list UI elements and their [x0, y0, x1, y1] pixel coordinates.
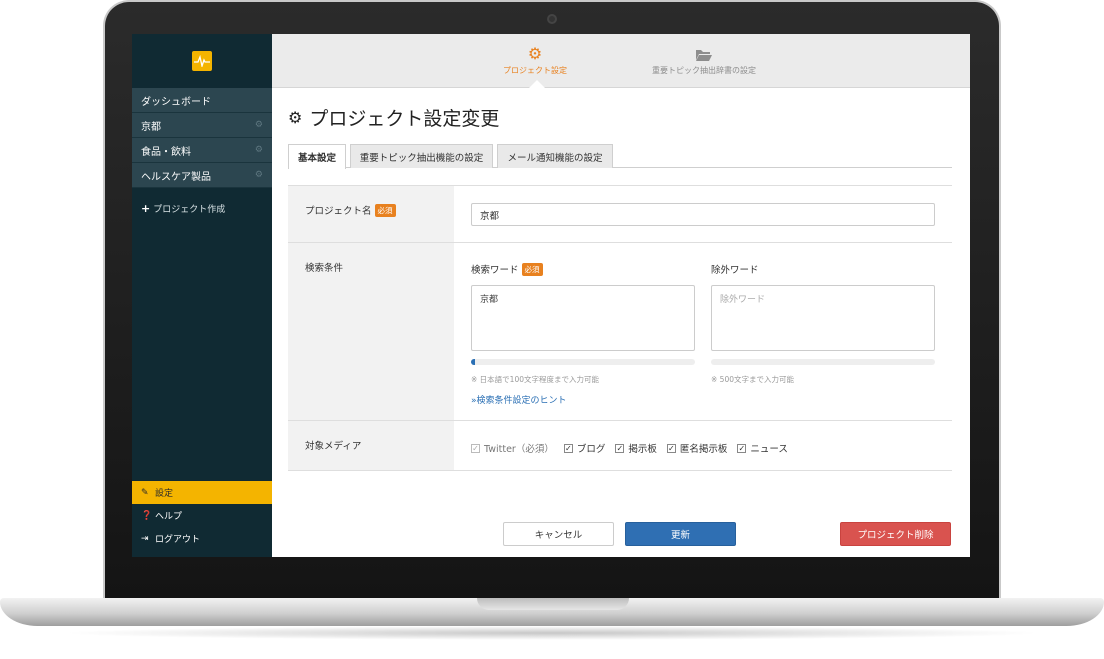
sidebar: ダッシュボード 京都 ⚙ 食品・飲料 ⚙ ヘルスケア製品 ⚙ + プロジェクト作成…	[132, 34, 272, 557]
sidebar-item-kyoto[interactable]: 京都 ⚙	[132, 113, 272, 138]
app-screen: ダッシュボード 京都 ⚙ 食品・飲料 ⚙ ヘルスケア製品 ⚙ + プロジェクト作成…	[132, 34, 970, 557]
tab-bar: 基本設定 重要トピック抽出機能の設定 メール通知機能の設定	[288, 142, 952, 169]
sidebar-item-label: ダッシュボード	[141, 96, 211, 108]
tab-label: 重要トピック抽出機能の設定	[359, 152, 484, 164]
project-name-label: プロジェクト名 必須	[288, 186, 454, 242]
step-indicator-arrow	[529, 80, 545, 88]
sidebar-item-logout[interactable]: ⇥ ログアウト	[132, 527, 272, 550]
step-project-settings[interactable]: ⚙ プロジェクト設定	[455, 43, 615, 76]
checkbox-anonymous-bbs[interactable]: ✓	[666, 443, 676, 453]
checkbox-twitter: ✓	[471, 443, 480, 453]
search-conditions-row: 検索条件 検索ワード 必須 京都 ※ 日本語で100文字程度まで入力可能 除外ワー…	[288, 243, 952, 421]
sidebar-item-help[interactable]: ❓ ヘルプ	[132, 504, 272, 527]
search-conditions-label: 検索条件	[288, 243, 454, 420]
required-badge: 必須	[521, 263, 543, 276]
checkbox-label: Twitter（必須）	[484, 444, 554, 455]
media-option-news[interactable]: ✓ ニュース	[737, 441, 788, 455]
media-option-blog[interactable]: ✓ ブログ	[563, 441, 606, 455]
search-words-note: ※ 日本語で100文字程度まで入力可能	[471, 375, 599, 384]
pulse-icon[interactable]	[192, 51, 212, 71]
required-badge: 必須	[374, 204, 396, 217]
tab-label: メール通知機能の設定	[507, 152, 603, 164]
main-content: ⚙ プロジェクト設定変更 基本設定 重要トピック抽出機能の設定 メール通知機能の…	[272, 88, 970, 557]
step-label: 重要トピック抽出辞書の設定	[652, 66, 756, 75]
help-icon: ❓	[141, 510, 153, 521]
create-project-label: プロジェクト作成	[153, 205, 226, 215]
settings-form: プロジェクト名必須 検索条件 検索ワード必須 京都 ※ 日本語で100文字程度ま…	[288, 185, 952, 471]
exclude-words-note: ※ 500文字まで入力可能	[711, 375, 794, 384]
gears-icon: ⚙	[527, 44, 543, 63]
field-label: 対象メディア	[305, 441, 362, 452]
create-project-link[interactable]: + プロジェクト作成	[132, 202, 272, 215]
tab-label: 基本設定	[297, 153, 336, 164]
gear-icon[interactable]: ⚙	[255, 145, 263, 155]
sidebar-item-food-drink[interactable]: 食品・飲料 ⚙	[132, 138, 272, 163]
steps-bar: ⚙ プロジェクト設定 重要トピック抽出辞書の設定	[272, 34, 970, 88]
tab-basic-settings[interactable]: 基本設定	[288, 144, 346, 169]
cancel-button[interactable]: キャンセル	[503, 522, 614, 546]
checkbox-label: ニュース	[750, 444, 788, 455]
checkbox-label: ブログ	[576, 444, 606, 455]
sidebar-bottom-nav: ✎ 設定 ❓ ヘルプ ⇥ ログアウト	[132, 481, 272, 550]
progress-fill	[471, 359, 476, 365]
tab-email-notification[interactable]: メール通知機能の設定	[497, 144, 613, 168]
wrench-icon: ✎	[141, 487, 149, 498]
step-topic-dictionary[interactable]: 重要トピック抽出辞書の設定	[624, 43, 784, 76]
sidebar-item-label: 設定	[155, 489, 174, 499]
search-words-textarea[interactable]: 京都	[471, 285, 695, 351]
laptop-notch	[477, 598, 629, 610]
field-label: プロジェクト名	[305, 206, 372, 217]
field-label: 検索条件	[305, 263, 344, 274]
checkbox-blog[interactable]: ✓	[563, 443, 573, 453]
step-label: プロジェクト設定	[503, 66, 567, 75]
media-checkbox-list: ✓ Twitter（必須） ✓ ブログ ✓ 掲示板 ✓ 匿名掲示板 ✓ ニュース	[471, 441, 798, 455]
gear-icon[interactable]: ⚙	[255, 170, 263, 180]
logout-icon: ⇥	[141, 533, 149, 544]
checkbox-news[interactable]: ✓	[737, 443, 747, 453]
target-media-label: 対象メディア	[288, 421, 454, 470]
exclude-words-textarea[interactable]	[711, 285, 935, 351]
search-words-progress	[471, 359, 695, 365]
media-option-anonymous-bbs[interactable]: ✓ 匿名掲示板	[666, 441, 728, 455]
checkbox-label: 掲示板	[628, 444, 657, 455]
media-option-bbs[interactable]: ✓ 掲示板	[615, 441, 657, 455]
laptop-base	[0, 598, 1104, 626]
sidebar-item-healthcare[interactable]: ヘルスケア製品 ⚙	[132, 163, 272, 188]
gears-icon: ⚙	[288, 108, 303, 127]
plus-icon: +	[141, 202, 151, 215]
sidebar-item-label: ヘルスケア製品	[141, 171, 211, 183]
gear-icon[interactable]: ⚙	[255, 120, 263, 130]
tab-topic-extraction[interactable]: 重要トピック抽出機能の設定	[350, 144, 493, 168]
checkbox-bbs[interactable]: ✓	[615, 443, 625, 453]
delete-project-button[interactable]: プロジェクト削除	[840, 522, 951, 546]
camera-icon	[547, 14, 557, 24]
exclude-words-progress	[711, 359, 935, 365]
sidebar-item-dashboard[interactable]: ダッシュボード	[132, 88, 272, 113]
project-name-row: プロジェクト名 必須	[288, 185, 952, 243]
page-title: ⚙ プロジェクト設定変更	[288, 104, 499, 131]
sidebar-item-label: 食品・飲料	[141, 146, 191, 158]
search-hint-link[interactable]: »検索条件設定のヒント	[471, 393, 567, 406]
field-label: 検索ワード	[471, 265, 519, 276]
page-title-text: プロジェクト設定変更	[309, 108, 500, 130]
update-button[interactable]: 更新	[625, 522, 736, 546]
sidebar-item-settings[interactable]: ✎ 設定	[132, 481, 272, 504]
sidebar-item-label: 京都	[141, 121, 161, 133]
logo-area	[132, 34, 272, 88]
checkbox-label: 匿名掲示板	[679, 444, 728, 455]
laptop-shadow	[60, 626, 1044, 640]
search-words-label: 検索ワード 必須	[471, 262, 543, 276]
folder-open-icon	[624, 43, 784, 65]
sidebar-item-label: ログアウト	[155, 535, 201, 545]
sidebar-item-label: ヘルプ	[155, 512, 183, 522]
media-option-twitter: ✓ Twitter（必須）	[471, 441, 554, 455]
exclude-words-label: 除外ワード	[711, 265, 759, 276]
project-name-input[interactable]	[471, 203, 935, 226]
target-media-row: 対象メディア ✓ Twitter（必須） ✓ ブログ ✓ 掲示板 ✓ 匿名掲示板…	[288, 421, 952, 471]
